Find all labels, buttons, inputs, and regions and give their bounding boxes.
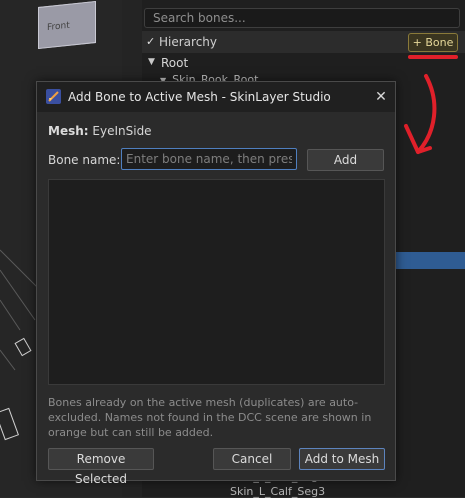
mesh-value: EyeInSide: [92, 124, 152, 138]
tree-item-label: Root: [161, 56, 189, 70]
help-text: Bones already on the active mesh (duplic…: [48, 396, 372, 439]
hierarchy-label: Hierarchy: [159, 35, 218, 49]
check-icon[interactable]: ✓: [146, 35, 155, 48]
cancel-button[interactable]: Cancel: [213, 448, 291, 470]
hierarchy-row: ✓ Hierarchy + Bone: [142, 31, 465, 53]
search-bones-input[interactable]: [144, 8, 460, 28]
add-bone-dialog: Add Bone to Active Mesh - SkinLayer Stud…: [36, 81, 396, 486]
tree-item[interactable]: Skin_L_Calf_Seg3: [230, 485, 325, 498]
app-logo-icon: [46, 89, 61, 104]
close-icon[interactable]: ✕: [371, 87, 391, 107]
add-button[interactable]: Add: [307, 149, 384, 171]
add-bone-button[interactable]: + Bone: [408, 33, 458, 52]
annotation-arrow-icon: [404, 74, 437, 154]
add-to-mesh-button[interactable]: Add to Mesh: [299, 448, 385, 470]
dialog-titlebar[interactable]: Add Bone to Active Mesh - SkinLayer Stud…: [37, 82, 395, 112]
dialog-title: Add Bone to Active Mesh - SkinLayer Stud…: [68, 90, 331, 104]
bone-name-label: Bone name:: [48, 153, 121, 167]
bone-name-input[interactable]: [121, 148, 297, 170]
bone-list[interactable]: [48, 179, 385, 385]
mesh-label: Mesh:: [48, 124, 89, 138]
selected-tree-row[interactable]: [396, 252, 465, 269]
mesh-info: Mesh: EyeInSide: [48, 124, 152, 138]
annotation-underline: [408, 55, 458, 59]
remove-selected-button[interactable]: Remove Selected: [48, 448, 154, 486]
caret-down-icon[interactable]: ▼: [148, 57, 155, 67]
